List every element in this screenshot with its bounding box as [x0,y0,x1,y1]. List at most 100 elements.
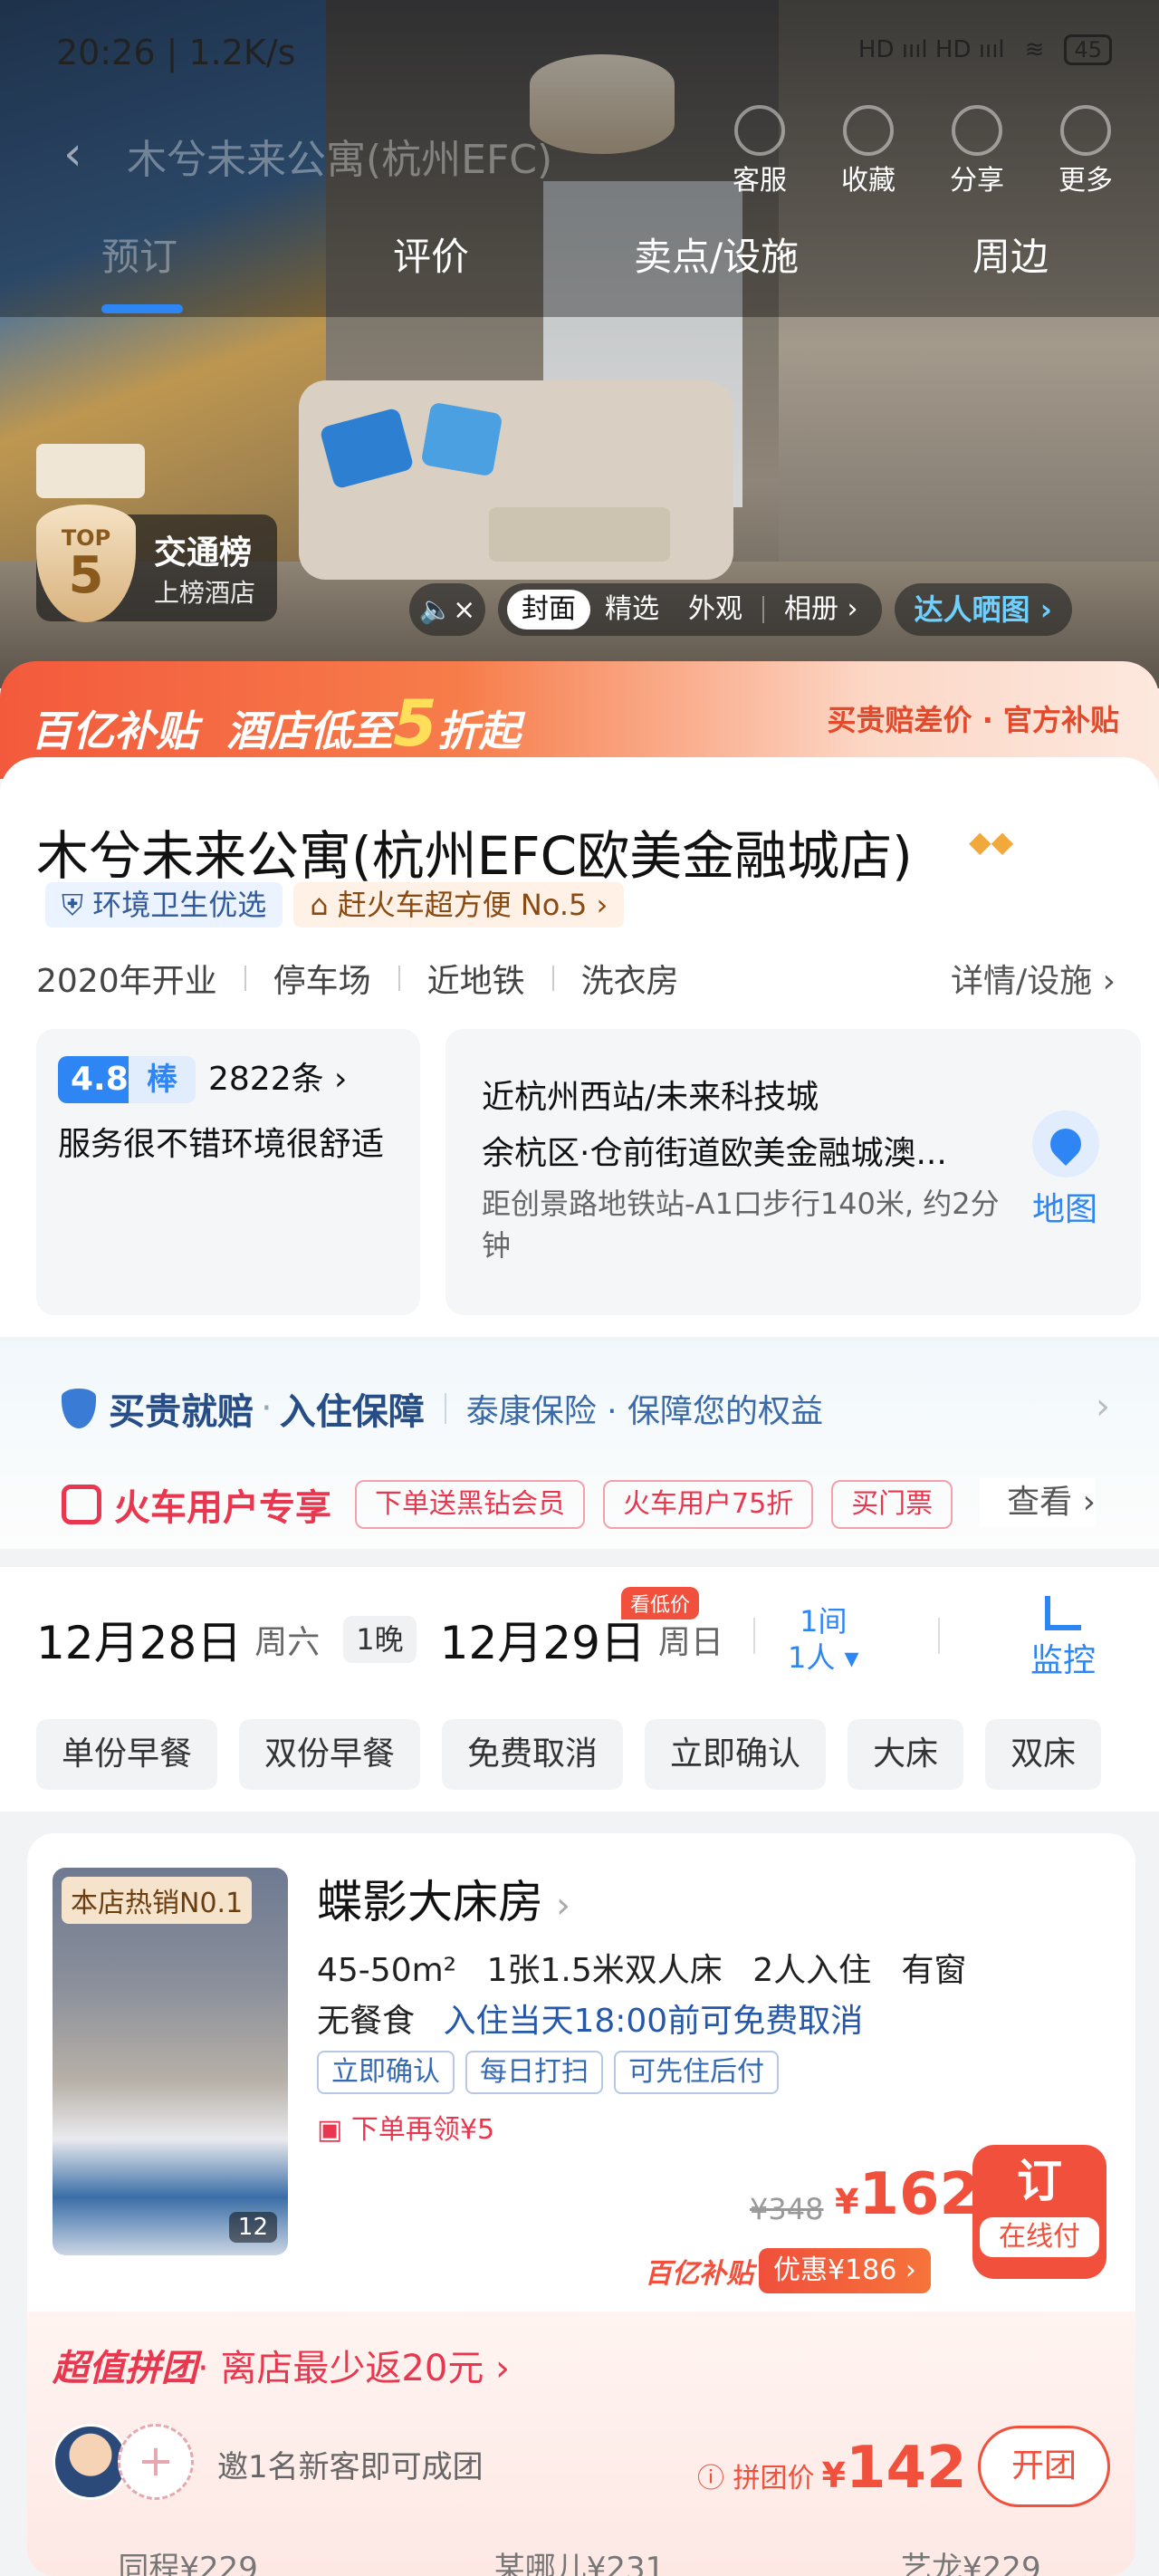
room-name[interactable]: 蝶影大床房 › [317,1866,570,1931]
guests-count: 1人 [788,1640,836,1675]
review-summary: 服务很不错环境很舒适 [58,1126,385,1163]
location-address: 余杭区·仓前街道欧美金融城澳... [482,1135,947,1172]
details-facilities-link[interactable]: 详情/设施 › [951,955,1116,1002]
hero-cushion [420,401,503,477]
room-area: 45-50m² [317,1952,457,1989]
rooms-count: 1间 [800,1604,848,1639]
rank-title: 交通榜 [154,534,253,572]
compare-price: 某哪儿¥231 [493,2551,666,2576]
train-rank-tag[interactable]: ⌂ 赶火车超方便 No.5 › [293,882,625,928]
more-button[interactable]: 更多 [1049,105,1123,197]
location-metro-distance: 距创景路地铁站-A1口步行140米, 约2分钟 [482,1187,1000,1263]
subsidy-brand: 百亿补贴 [31,706,197,755]
group-buy-section: 超值拼团· 离店最少返20元 › + 邀1名新客即可成团 ⓘ 拼团价 ¥142 开… [27,2312,1135,2576]
media-tab-exterior[interactable]: 外观 [674,590,757,630]
customer-service-label: 客服 [733,165,787,197]
invite-text: 邀1名新客即可成团 [217,2449,484,2485]
coupon-text: 下单再领¥5 [350,2114,495,2146]
divider [551,966,554,991]
filter-chip[interactable]: 立即确认 [645,1719,827,1790]
room-card[interactable]: 本店热销N0.1 12 蝶影大床房 › 45-50m² 1张1.5米双人床 2人入… [27,1833,1135,2576]
favorite-button[interactable]: 收藏 [831,105,905,197]
nav-title: 木兮未来公寓(杭州EFC) [127,137,553,183]
location-box[interactable]: 近杭州西站/未来科技城 余杭区·仓前街道欧美金融城澳... 距创景路地铁站-A1… [445,1029,1141,1315]
nights-count: 1晚 [343,1616,417,1663]
promo-tag[interactable]: 买门票 [831,1480,953,1529]
share-button[interactable]: 分享 [940,105,1014,197]
tab-features[interactable]: 卖点/设施 [634,226,799,282]
filter-chip[interactable]: 大床 [848,1719,964,1790]
signal-icon: HD ıııl HD ıııl [857,36,1005,63]
subsidy-guarantee: 买贵赔差价 · 官方补贴 [827,703,1119,737]
rank-badge[interactable]: TOP 5 交通榜 上榜酒店 [36,505,278,622]
cancel-policy: 入住当天18:00前可免费取消 [443,2003,864,2040]
price-compare-row: 同程¥229 某哪儿¥231 艺龙¥229 [0,2543,1159,2576]
tab-booking[interactable]: 预订 [101,226,177,282]
checkout-date: 12月29日 [439,1617,646,1669]
train-icon: ⌂ [310,888,338,922]
hygiene-tag[interactable]: ⛨ 环境卫生优选 [45,882,283,928]
tab-reviews[interactable]: 评价 [393,226,469,282]
promo-tag[interactable]: 火车用户75折 [603,1480,814,1529]
room-window: 有窗 [901,1952,967,1989]
divider [753,1618,755,1654]
coupon-note[interactable]: ▣ 下单再领¥5 [317,2107,494,2147]
subsidy-discount-tag[interactable]: 百亿补贴 优惠¥186 › [645,2248,931,2293]
media-tab-album[interactable]: 相册 › [770,590,873,630]
filter-chip[interactable]: 免费取消 [442,1719,624,1790]
compare-price: 同程¥229 [118,2551,258,2576]
filter-chip[interactable]: 双份早餐 [239,1719,421,1790]
open-group-button[interactable]: 开团 [978,2426,1110,2507]
see-more-link[interactable]: 查看 › [980,1478,1096,1527]
group-price-value: 142 [846,2435,967,2502]
compare-price: 艺龙¥229 [901,2551,1041,2576]
status-icons: HD ıııl HD ıııl ≋ 45 [858,34,1112,65]
expert-photos-button[interactable]: 达人晒图 › [894,583,1072,636]
group-buy-title[interactable]: 超值拼团· 离店最少返20元 › [53,2339,510,2391]
room-photo[interactable]: 本店热销N0.1 12 [53,1868,288,2255]
insurance-subtitle: 泰康保险 · 保障您的权益 [465,1393,824,1430]
rating-box[interactable]: 4.8 棒 2822条 › 服务很不错环境很舒适 [36,1029,420,1315]
feature-row: 2020年开业 停车场 近地铁 洗衣房 [36,955,679,1002]
media-tab-featured[interactable]: 精选 [590,590,674,630]
checkout-weekday: 周日 [657,1624,723,1661]
diamond-rating-icon: ◆◆ [969,824,1014,859]
add-member-icon[interactable]: + [118,2424,194,2500]
filter-chip[interactable]: 双床 [985,1719,1102,1790]
headset-icon [734,105,785,156]
mute-button[interactable]: 🔈× [409,583,485,636]
customer-service-button[interactable]: 客服 [723,105,797,197]
insurance-title-b: 入住保障 [279,1391,425,1433]
location-area: 近杭州西站/未来科技城 [482,1079,819,1116]
room-guest-selector[interactable]: 1间 1人 ▾ [788,1603,859,1676]
chevron-right-icon[interactable]: › [1096,1386,1110,1427]
train-user-row: 火车用户专享 下单送黑钻会员 火车用户75折 买门票 [62,1478,971,1531]
more-dots-icon [1060,105,1111,156]
hotel-info-card: 木兮未来公寓(杭州EFC欧美金融城店) ◆◆ ⛨ 环境卫生优选 ⌂ 赶火车超方便… [0,757,1159,1337]
filter-chip[interactable]: 单份早餐 [36,1719,218,1790]
room-tag: 可先住后付 [614,2051,779,2094]
divider [938,1618,940,1654]
room-policy: 无餐食 入住当天18:00前可免费取消 [317,1994,863,2042]
photo-count: 12 [228,2212,277,2243]
map-label[interactable]: 地图 [1032,1183,1097,1230]
price-monitor-button[interactable]: 监控 [1030,1596,1096,1681]
divider [398,966,400,991]
coupon-icon: ▣ [317,2114,351,2146]
room-occupancy: 2人入住 [752,1952,872,1989]
price-value: 162 [858,2161,981,2228]
media-tab-cover[interactable]: 封面 [507,590,590,630]
chart-icon [1045,1596,1081,1630]
back-arrow-icon[interactable]: ‹ [63,127,82,181]
promo-tag[interactable]: 下单送黑钻会员 [355,1480,585,1529]
insurance-row[interactable]: 买贵就赔 · 入住保障 泰康保险 · 保障您的权益 [62,1382,823,1435]
book-button[interactable]: 订 在线付 [972,2145,1106,2279]
hotel-name: 木兮未来公寓(杭州EFC欧美金融城店) [36,825,913,887]
tab-nearby[interactable]: 周边 [972,226,1049,282]
hero-coffee-table [489,507,670,562]
share-icon [952,105,1002,156]
caret-down-icon: ▾ [844,1640,859,1675]
subsidy-brand-small: 百亿补贴 [645,2258,753,2290]
shield-plus-icon: ⛨ [62,888,93,922]
map-pin-icon[interactable] [1032,1110,1099,1177]
